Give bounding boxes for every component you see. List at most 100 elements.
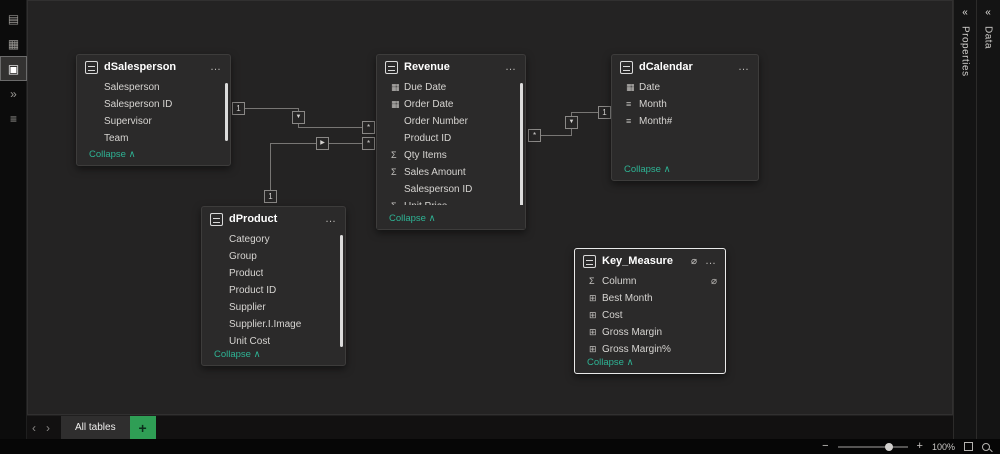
tab-all-tables[interactable]: All tables (61, 415, 130, 440)
field-label: Date (639, 82, 661, 93)
table-header[interactable]: dSalesperson … (77, 55, 230, 79)
field-row[interactable]: Product ID ⌀ (202, 282, 345, 299)
relationship-line-segment[interactable] (270, 143, 271, 190)
field-row[interactable]: Category ⌀ (202, 231, 345, 248)
field-label: Due Date (404, 82, 447, 93)
more-options-button[interactable]: … (705, 255, 717, 267)
zoom-slider-thumb[interactable] (885, 442, 894, 451)
cardinality-one-marker[interactable]: 1 (264, 190, 277, 203)
eye-hidden-icon[interactable]: ⌀ (711, 276, 717, 287)
cardinality-many-marker[interactable]: * (362, 121, 375, 134)
collapse-link[interactable]: Collapse ∧ (214, 349, 261, 360)
nav-report-view-button[interactable]: ▤ (0, 6, 27, 31)
collapse-link[interactable]: Collapse ∧ (624, 164, 671, 175)
nav-model-view-button[interactable]: ▣ (0, 56, 27, 81)
view-icon: ▦ (7, 36, 20, 51)
table-card-dsalesperson[interactable]: dSalesperson … Salesperson ⌀ Salesperson… (76, 54, 231, 166)
nav-tmdl-view-button[interactable]: ≡ (0, 106, 27, 131)
table-header[interactable]: Key_Measure ⌀ … (575, 249, 725, 273)
filter-direction-down-icon[interactable]: ▼ (565, 116, 578, 129)
collapse-link[interactable]: Collapse ∧ (587, 357, 634, 368)
table-card-dproduct[interactable]: dProduct … Category ⌀ Group ⌀ (201, 206, 346, 366)
field-row[interactable]: Product ID ⌀ (377, 130, 525, 147)
chevron-up-icon: ∧ (428, 213, 436, 224)
tab-scroll-left-button[interactable]: ‹ (27, 421, 41, 435)
table-card-dcalendar[interactable]: dCalendar … ▦ Date ⌀ ≡ Month ⌀ (611, 54, 759, 181)
table-header[interactable]: dProduct … (202, 207, 345, 231)
table-hidden-eye-icon[interactable]: ⌀ (691, 256, 697, 267)
field-row[interactable]: Salesperson ⌀ (77, 79, 230, 96)
field-list: Salesperson ⌀ Salesperson ID ⌀ Superviso… (77, 79, 230, 147)
zoom-out-button[interactable]: − (822, 441, 828, 452)
scrollbar[interactable] (225, 83, 228, 141)
field-row[interactable]: ⊞ Gross Margin ⌀ (575, 324, 725, 341)
field-row[interactable]: ⊞ Best Month ⌀ (575, 290, 725, 307)
zoom-slider[interactable] (837, 442, 908, 451)
field-row[interactable]: Salesperson ID ⌀ (77, 96, 230, 113)
view-icon: ▤ (7, 11, 20, 26)
table-header[interactable]: dCalendar … (612, 55, 758, 79)
view-icon: ▣ (7, 61, 20, 76)
field-row[interactable]: Supplier ⌀ (202, 299, 345, 316)
filter-direction-down-icon[interactable]: ▼ (292, 111, 305, 124)
fit-to-screen-icon[interactable] (964, 442, 973, 451)
panel-label: Data (982, 26, 994, 50)
table-card-revenue[interactable]: Revenue … ▦ Due Date ⌀ ▦ Order Date ⌀ (376, 54, 526, 230)
table-icon (620, 60, 633, 74)
filter-direction-right-icon[interactable]: ▶ (316, 137, 329, 150)
field-label: Product ID (404, 133, 452, 144)
view-switcher-rail: ▤ ▦ ▣ » ≡ (0, 0, 27, 439)
field-row[interactable]: Salesperson ID ⌀ (377, 181, 525, 198)
scrollbar[interactable] (520, 83, 523, 208)
relationship-line-segment[interactable] (298, 127, 362, 128)
field-label: Qty Items (404, 150, 447, 161)
collapse-link[interactable]: Collapse ∧ (389, 213, 436, 224)
zoom-in-button[interactable]: + (917, 441, 923, 452)
field-row[interactable]: ≡ Month# ⌀ (612, 113, 758, 130)
cardinality-many-marker[interactable]: * (528, 129, 541, 142)
table-card-key-measure[interactable]: Key_Measure ⌀ … Σ Column ⌀ ⊞ Best Month (574, 248, 726, 374)
chevron-up-icon: ∧ (663, 164, 671, 175)
field-row[interactable]: Σ Column ⌀ (575, 273, 725, 290)
field-row[interactable]: Supplier.I.Image ⌀ (202, 316, 345, 333)
field-row[interactable]: Product ⌀ (202, 265, 345, 282)
scrollbar[interactable] (340, 235, 343, 347)
field-label: Supplier (229, 302, 266, 313)
field-row[interactable]: ⊞ Cost ⌀ (575, 307, 725, 324)
card-footer: Collapse ∧ (89, 144, 136, 162)
field-label: Best Month (602, 293, 653, 304)
more-options-button[interactable]: … (738, 61, 750, 73)
more-options-button[interactable]: … (325, 213, 337, 225)
more-options-button[interactable]: … (210, 61, 222, 73)
field-row[interactable]: ▦ Due Date ⌀ (377, 79, 525, 96)
relationship-line-segment[interactable] (541, 135, 571, 136)
table-header[interactable]: Revenue … (377, 55, 525, 79)
field-row[interactable]: Supervisor ⌀ (77, 113, 230, 130)
field-row[interactable]: Σ Qty Items ⌀ (377, 147, 525, 164)
add-layout-button[interactable]: + (129, 415, 156, 440)
field-label: Product ID (229, 285, 277, 296)
field-row[interactable]: Σ Sales Amount ⌀ (377, 164, 525, 181)
field-row[interactable]: ▦ Order Date ⌀ (377, 96, 525, 113)
field-row[interactable]: ≡ Month ⌀ (612, 96, 758, 113)
field-row[interactable]: Group ⌀ (202, 248, 345, 265)
field-row[interactable]: Order Number ⌀ (377, 113, 525, 130)
cardinality-one-marker[interactable]: 1 (598, 106, 611, 119)
cardinality-one-marker[interactable]: 1 (232, 102, 245, 115)
properties-panel-tab[interactable]: « Properties (953, 0, 976, 439)
cardinality-many-marker[interactable]: * (362, 137, 375, 150)
tab-scroll-right-button[interactable]: › (41, 421, 55, 435)
calendar-icon: ▦ (391, 82, 400, 92)
nav-dax-query-view-button[interactable]: » (0, 81, 27, 106)
data-panel-tab[interactable]: « Data (976, 0, 999, 439)
nav-table-view-button[interactable]: ▦ (0, 31, 27, 56)
zoom-to-fit-icon[interactable] (982, 442, 990, 451)
relationship-line-segment[interactable] (245, 108, 299, 109)
field-row[interactable]: ▦ Date ⌀ (612, 79, 758, 96)
model-canvas[interactable]: 1 ▼ * 1 ▶ * * ▼ 1 dSalesperson … Salespe… (27, 0, 953, 415)
more-options-button[interactable]: … (505, 61, 517, 73)
relationship-line-segment[interactable] (571, 112, 598, 113)
field-label: Product (229, 268, 264, 279)
collapse-link[interactable]: Collapse ∧ (89, 149, 136, 160)
table-title: dProduct (229, 213, 278, 225)
